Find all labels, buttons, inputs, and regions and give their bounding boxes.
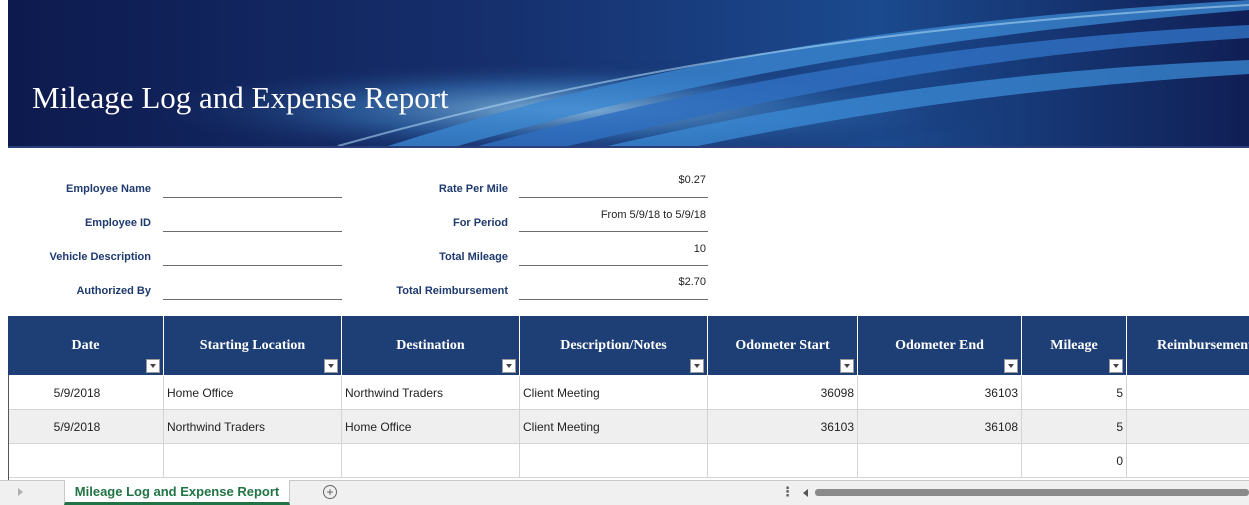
destination-cell[interactable]: Home Office [342, 410, 520, 443]
column-header-destination[interactable]: Destination [342, 316, 520, 375]
vehicle-description-label: Vehicle Description [49, 251, 151, 263]
horizontal-scrollbar[interactable] [815, 489, 1249, 496]
table-row: 5/9/2018 Home Office Northwind Traders C… [8, 376, 1249, 410]
for-period-value[interactable]: From 5/9/18 to 5/9/18 [601, 209, 706, 221]
column-header-odometer-start[interactable]: Odometer Start [708, 316, 858, 375]
filter-dropdown-icon[interactable] [502, 359, 516, 373]
for-period-label: For Period [452, 217, 508, 229]
column-header-date[interactable]: Date [8, 316, 164, 375]
scroll-tabs-right-icon[interactable] [18, 488, 23, 496]
description-cell[interactable] [520, 444, 708, 477]
reimbursement-cell[interactable] [1127, 376, 1249, 409]
description-cell[interactable]: Client Meeting [520, 376, 708, 409]
total-mileage-line [519, 265, 708, 266]
reimbursement-cell[interactable] [1127, 444, 1249, 477]
column-header-label: Reimbursement [1157, 338, 1249, 353]
add-sheet-icon[interactable]: + [323, 485, 337, 499]
starting-location-cell[interactable]: Home Office [164, 376, 342, 409]
mileage-cell[interactable]: 5 [1022, 376, 1127, 409]
column-header-label: Mileage [1050, 338, 1098, 353]
report-title: Mileage Log and Expense Report [32, 80, 449, 115]
filter-dropdown-icon[interactable] [840, 359, 854, 373]
odometer-start-cell[interactable] [708, 444, 858, 477]
mileage-table: Date Starting Location Destination Descr… [0, 316, 1249, 480]
column-header-label: Date [71, 338, 100, 353]
column-header-label: Odometer Start [735, 338, 830, 353]
odometer-end-cell[interactable]: 36108 [858, 410, 1022, 443]
odometer-end-cell[interactable]: 36103 [858, 376, 1022, 409]
rate-per-mile-line [519, 197, 708, 198]
sheet-tab-active[interactable]: Mileage Log and Expense Report [64, 480, 290, 505]
sheet-tab-bar: Mileage Log and Expense Report + ⋮ [0, 480, 1249, 505]
odometer-end-cell[interactable] [858, 444, 1022, 477]
rate-per-mile-value[interactable]: $0.27 [678, 174, 706, 186]
column-header-label: Starting Location [199, 338, 306, 353]
filter-dropdown-icon[interactable] [690, 359, 704, 373]
employee-name-label: Employee Name [66, 183, 151, 195]
description-cell[interactable]: Client Meeting [520, 410, 708, 443]
rate-per-mile-label: Rate Per Mile [438, 183, 508, 195]
more-options-icon[interactable]: ⋮ [781, 484, 794, 500]
total-reimbursement-value[interactable]: $2.70 [678, 276, 706, 288]
total-reimbursement-label: Total Reimbursement [396, 285, 508, 297]
employee-id-label: Employee ID [84, 217, 151, 229]
filter-dropdown-icon[interactable] [1004, 359, 1018, 373]
column-header-reimbursement[interactable]: Reimbursement [1127, 316, 1249, 375]
mileage-cell[interactable]: 0 [1022, 444, 1127, 477]
destination-cell[interactable] [342, 444, 520, 477]
row-header-edge [8, 375, 9, 480]
filter-dropdown-icon[interactable] [146, 359, 160, 373]
employee-id-field[interactable] [163, 231, 342, 232]
total-reimbursement-line [519, 299, 708, 300]
column-header-mileage[interactable]: Mileage [1022, 316, 1127, 375]
authorized-by-field[interactable] [163, 299, 342, 300]
total-mileage-value[interactable]: 10 [694, 243, 706, 255]
for-period-line [519, 231, 708, 232]
table-row: 0 [8, 444, 1249, 478]
filter-dropdown-icon[interactable] [324, 359, 338, 373]
column-header-odometer-end[interactable]: Odometer End [858, 316, 1022, 375]
destination-cell[interactable]: Northwind Traders [342, 376, 520, 409]
mileage-cell[interactable]: 5 [1022, 410, 1127, 443]
banner-graphic [8, 0, 1249, 146]
date-cell[interactable]: 5/9/2018 [8, 410, 164, 443]
column-header-label: Description/Notes [560, 338, 667, 353]
column-header-label: Destination [396, 338, 465, 353]
column-header-label: Odometer End [895, 338, 984, 353]
table-row: 5/9/2018 Northwind Traders Home Office C… [8, 410, 1249, 444]
authorized-by-label: Authorized By [76, 285, 151, 297]
starting-location-cell[interactable] [164, 444, 342, 477]
total-mileage-label: Total Mileage [439, 251, 508, 263]
employee-name-field[interactable] [163, 197, 342, 198]
date-cell[interactable] [8, 444, 164, 477]
reimbursement-cell[interactable] [1127, 410, 1249, 443]
odometer-start-cell[interactable]: 36098 [708, 376, 858, 409]
column-header-starting-location[interactable]: Starting Location [164, 316, 342, 375]
starting-location-cell[interactable]: Northwind Traders [164, 410, 342, 443]
column-header-description[interactable]: Description/Notes [520, 316, 708, 375]
report-banner: Mileage Log and Expense Report [8, 0, 1249, 148]
scroll-left-icon[interactable] [803, 489, 808, 497]
filter-dropdown-icon[interactable] [1109, 359, 1123, 373]
odometer-start-cell[interactable]: 36103 [708, 410, 858, 443]
vehicle-description-field[interactable] [163, 265, 342, 266]
date-cell[interactable]: 5/9/2018 [8, 376, 164, 409]
